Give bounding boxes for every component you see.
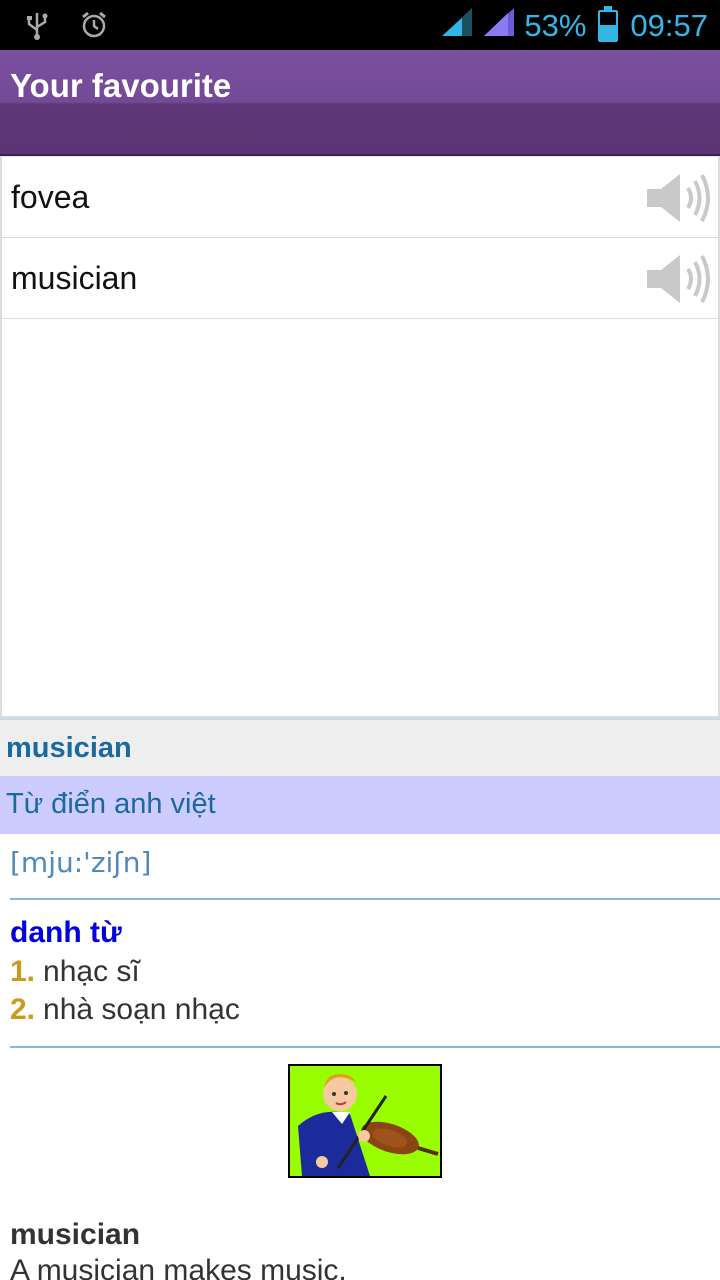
meaning-item: 2. nhà soạn nhạc — [10, 993, 240, 1027]
violinist-picture — [288, 1064, 442, 1178]
speaker-icon[interactable] — [644, 250, 714, 312]
list-item[interactable]: musician — [2, 238, 718, 319]
definition-word: musician — [6, 732, 132, 764]
meaning-item: 1. nhạc sĩ — [10, 955, 140, 989]
dictionary-header: Từ điển anh việt — [0, 776, 720, 834]
divider — [10, 1046, 720, 1048]
part-of-speech: danh từ — [10, 916, 122, 949]
definition-header: musician — [0, 718, 720, 776]
meaning-number: 2. — [10, 993, 36, 1026]
divider — [10, 898, 720, 900]
usb-icon — [24, 10, 50, 44]
favourite-word: fovea — [11, 179, 90, 215]
alarm-clock-icon — [80, 10, 108, 44]
favourite-word: musician — [11, 260, 138, 296]
meaning-text: nhà soạn nhạc — [43, 993, 240, 1026]
meaning-number: 1. — [10, 955, 36, 988]
phonetic: [mju:'ziʃn] — [10, 846, 152, 879]
meaning-text: nhạc sĩ — [43, 955, 140, 988]
speaker-icon[interactable] — [644, 169, 714, 231]
battery-charging-icon — [598, 6, 619, 42]
dictionary-name: Từ điển anh việt — [6, 788, 216, 820]
signal-icon — [482, 6, 516, 46]
list-item[interactable]: fovea — [2, 157, 718, 238]
page-title: Your favourite — [10, 67, 232, 104]
status-bar: 53% 09:57 — [0, 0, 720, 50]
example-word: musician — [10, 1218, 141, 1251]
signal-icon — [440, 6, 474, 46]
title-bar: Your favourite — [0, 50, 720, 156]
battery-percent: 53% — [524, 8, 587, 43]
favourites-list[interactable]: fovea musician — [0, 156, 720, 718]
clock-time: 09:57 — [630, 8, 708, 43]
example-sentence: A musician makes music. — [10, 1254, 347, 1280]
